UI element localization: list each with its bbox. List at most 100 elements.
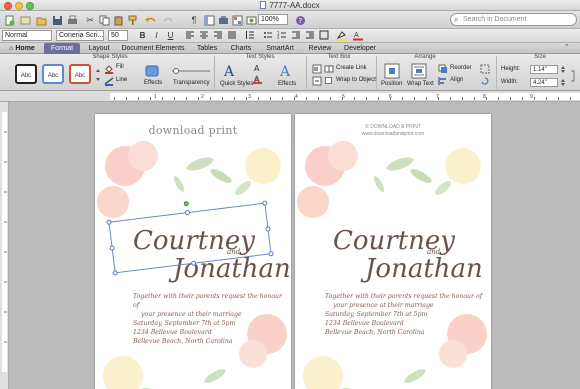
bullets-icon[interactable] xyxy=(262,30,273,41)
toolbox-icon[interactable] xyxy=(217,14,229,26)
line-spacing-icon[interactable] xyxy=(244,30,255,41)
document-workspace[interactable]: download print Courtney and Jonathan Tog… xyxy=(9,102,580,389)
highlight-icon[interactable] xyxy=(336,30,347,41)
invitation-card-2[interactable]: © DOWNLOAD & PRINT www.downloadandprint.… xyxy=(295,114,491,389)
redo-icon[interactable] xyxy=(162,14,174,26)
text-align-icon[interactable] xyxy=(312,76,322,86)
create-link-icon[interactable] xyxy=(324,64,334,74)
group-objects-icon[interactable] xyxy=(480,64,490,74)
resize-handle[interactable] xyxy=(109,245,115,251)
resize-handle[interactable] xyxy=(184,209,191,216)
height-stepper-icon[interactable] xyxy=(560,65,566,74)
text-outline-icon[interactable]: A xyxy=(252,74,264,84)
tab-format[interactable]: Format xyxy=(44,43,80,54)
undo-icon[interactable] xyxy=(144,14,156,26)
decrease-indent-icon[interactable] xyxy=(290,30,301,41)
create-link-label[interactable]: Create Link xyxy=(336,65,367,71)
ruler-number: 3 xyxy=(248,94,251,100)
shape-style-sample-3[interactable]: Abc xyxy=(69,64,91,84)
wrap-text-label[interactable]: Wrap Text xyxy=(407,81,434,87)
align-center-icon[interactable] xyxy=(198,30,209,41)
help-icon[interactable]: ? xyxy=(294,14,306,26)
quick-styles-icon[interactable]: A xyxy=(222,63,238,80)
vertical-ruler[interactable] xyxy=(0,102,9,389)
wrap-text-icon[interactable] xyxy=(411,63,427,79)
groom-name[interactable]: Jonathan xyxy=(365,254,483,284)
text-effects-icon[interactable]: A xyxy=(278,63,294,80)
print-icon[interactable] xyxy=(66,14,78,26)
save-icon[interactable] xyxy=(51,14,63,26)
style-select[interactable]: Normal xyxy=(2,30,52,41)
numbering-icon[interactable]: 12 xyxy=(276,30,287,41)
fill-icon[interactable] xyxy=(104,64,114,74)
wrap-to-object-checkbox[interactable] xyxy=(325,77,332,84)
invitation-verse[interactable]: Together with their parents request the … xyxy=(325,292,485,337)
position-label[interactable]: Position xyxy=(381,81,402,87)
shape-style-sample-2[interactable]: Abc xyxy=(42,64,64,84)
font-select[interactable]: Coneria Scri... xyxy=(56,30,104,41)
tab-document-elements[interactable]: Document Elements xyxy=(118,43,188,54)
bold-button[interactable]: B xyxy=(137,30,148,41)
ruler-tick xyxy=(162,97,163,100)
cut-icon[interactable]: ✂ xyxy=(84,14,96,26)
transparency-slider[interactable] xyxy=(172,67,210,74)
copy-icon[interactable] xyxy=(98,14,110,26)
width-input[interactable]: 4.24" xyxy=(530,78,558,87)
ribbon-collapse-icon[interactable]: ⌃ xyxy=(564,44,572,52)
tab-charts[interactable]: Charts xyxy=(226,43,256,54)
invitation-card-1[interactable]: download print Courtney and Jonathan Tog… xyxy=(95,114,291,389)
tab-tables[interactable]: Tables xyxy=(192,43,222,54)
italic-button[interactable]: I xyxy=(151,30,162,41)
shape-effects-label[interactable]: Effects xyxy=(144,80,162,86)
paragraph-marks-icon[interactable]: ¶ xyxy=(188,14,200,26)
tab-developer[interactable]: Developer xyxy=(340,43,380,54)
shape-effects-icon[interactable] xyxy=(144,64,160,78)
open-folder-icon[interactable] xyxy=(35,14,47,26)
align-objects-icon[interactable] xyxy=(438,76,448,86)
search-input[interactable]: ⌕ Search in Document xyxy=(450,13,577,26)
sidebar-icon[interactable] xyxy=(203,14,215,26)
position-icon[interactable] xyxy=(384,63,400,79)
width-stepper-icon[interactable] xyxy=(560,78,566,87)
tab-layout[interactable]: Layout xyxy=(84,43,114,54)
horizontal-ruler[interactable]: 123456789 xyxy=(0,91,580,102)
rotate-icon[interactable] xyxy=(480,76,490,86)
height-input[interactable]: 1.14" xyxy=(530,65,558,74)
font-size-select[interactable]: 50 xyxy=(108,30,128,41)
paste-icon[interactable] xyxy=(112,14,124,26)
text-effects-label[interactable]: Effects xyxy=(278,81,296,87)
increase-indent-icon[interactable] xyxy=(304,30,315,41)
lock-aspect-icon[interactable] xyxy=(569,68,577,84)
zoom-select[interactable]: 100% xyxy=(258,14,288,25)
shape-styles-scroll-icon[interactable] xyxy=(95,66,101,84)
align-right-icon[interactable] xyxy=(212,30,223,41)
group-separator xyxy=(306,56,307,89)
shape-style-sample-1[interactable]: Abc xyxy=(15,64,37,84)
reorder-icon[interactable] xyxy=(438,64,448,74)
format-painter-icon[interactable] xyxy=(126,14,138,26)
text-direction-icon[interactable] xyxy=(312,64,322,74)
new-document-icon[interactable] xyxy=(3,14,15,26)
quick-styles-label[interactable]: Quick Styles xyxy=(220,81,253,87)
reorder-label[interactable]: Reorder xyxy=(450,65,472,71)
align-left-icon[interactable] xyxy=(184,30,195,41)
tab-smartart[interactable]: SmartArt xyxy=(260,43,300,54)
text-fill-icon[interactable]: A xyxy=(252,63,264,73)
media-browser-icon[interactable] xyxy=(245,14,257,26)
line-label[interactable]: Line xyxy=(116,77,127,83)
borders-icon[interactable] xyxy=(318,30,329,41)
fill-label[interactable]: Fill xyxy=(116,64,124,70)
ruler-tick xyxy=(414,97,415,100)
justify-icon[interactable] xyxy=(226,30,237,41)
line-icon[interactable] xyxy=(104,76,114,86)
underline-button[interactable]: U xyxy=(165,30,176,41)
tab-review[interactable]: Review xyxy=(304,43,336,54)
align-label[interactable]: Align xyxy=(450,77,463,83)
resize-handle[interactable] xyxy=(106,219,112,226)
font-color-icon[interactable]: A xyxy=(352,30,363,41)
invitation-verse[interactable]: Together with their parents request the … xyxy=(133,292,283,346)
card-brand-text: download print xyxy=(148,124,238,137)
gallery-icon[interactable] xyxy=(231,14,243,26)
tab-home[interactable]: ⌂ Home xyxy=(4,43,40,54)
templates-icon[interactable] xyxy=(19,14,31,26)
